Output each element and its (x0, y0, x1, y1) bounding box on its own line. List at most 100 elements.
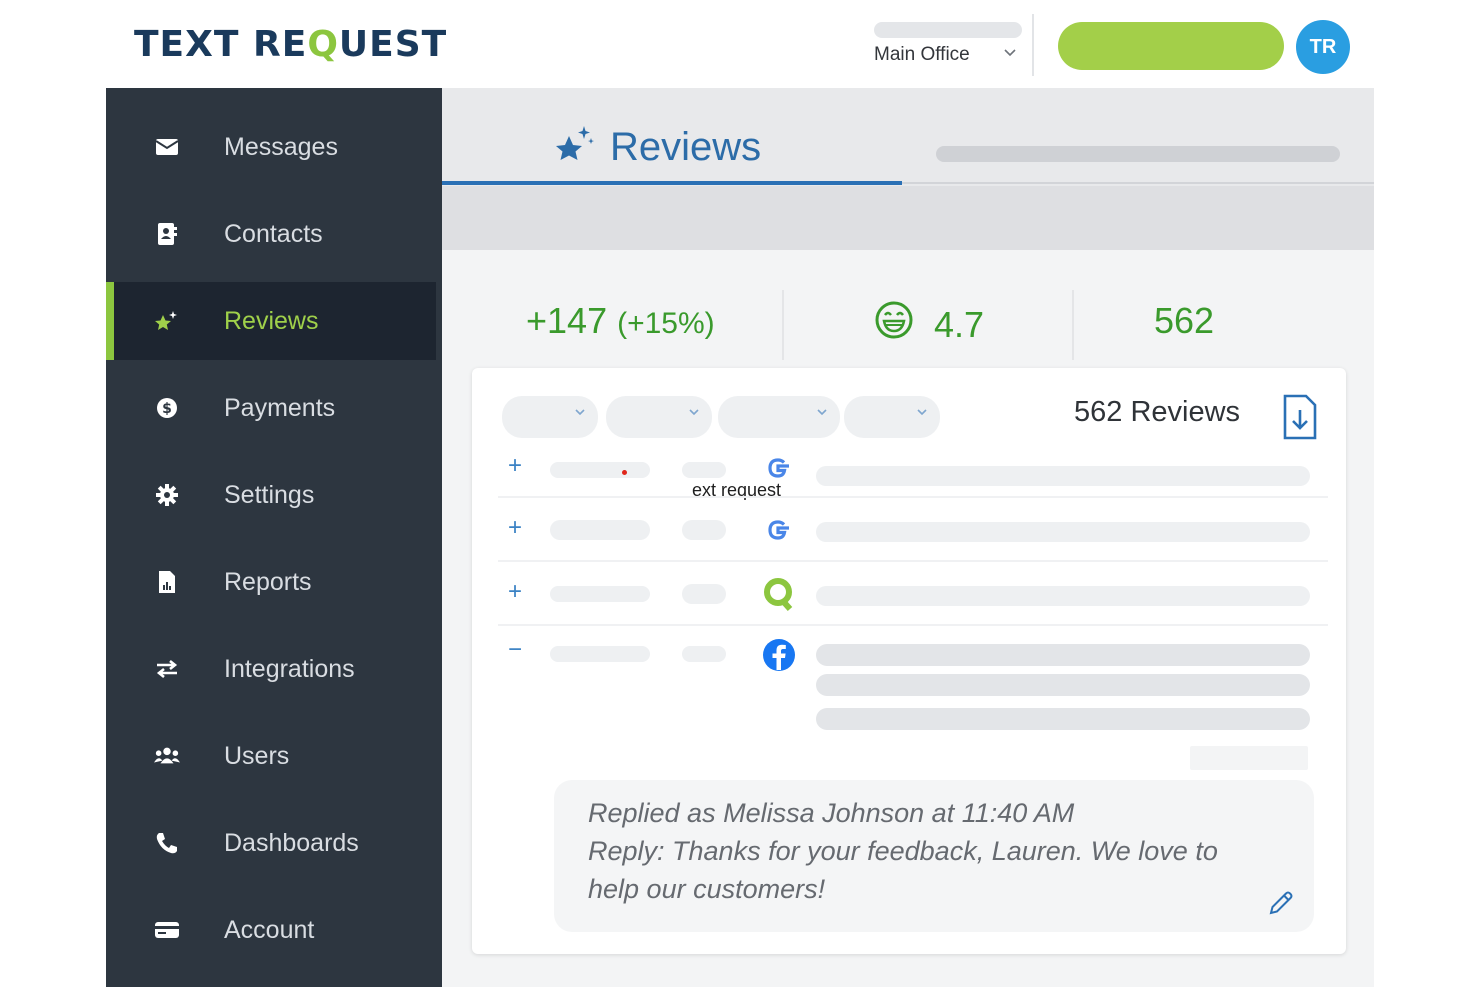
chevron-down-icon (574, 405, 586, 421)
envelope-icon (154, 134, 180, 160)
reply-button-placeholder[interactable] (1190, 746, 1308, 770)
growth-percent: (+15%) (617, 307, 715, 340)
sidebar-item-label: Integrations (224, 654, 355, 683)
reviewer-placeholder (550, 462, 650, 478)
reply-box: Replied as Melissa Johnson at 11:40 AM R… (554, 780, 1314, 932)
download-file-icon[interactable] (1282, 394, 1318, 445)
active-tab-underline (442, 181, 902, 185)
swap-arrows-icon (154, 656, 180, 682)
date-placeholder (682, 520, 726, 540)
filter-dropdown-3[interactable] (718, 396, 840, 438)
review-text-placeholder (816, 466, 1310, 486)
sidebar-item-label: Payments (224, 393, 336, 422)
users-icon (154, 743, 180, 769)
report-file-icon (154, 569, 180, 595)
unread-dot (622, 470, 627, 475)
filter-dropdown-1[interactable] (502, 396, 598, 438)
gear-icon (154, 482, 180, 508)
reply-meta: Replied as Melissa Johnson at 11:40 AM (588, 798, 1075, 828)
contact-card-icon (154, 221, 180, 247)
review-text-placeholder (816, 674, 1310, 696)
active-indicator (106, 282, 114, 360)
chevron-down-icon[interactable] (1002, 44, 1018, 65)
stat-divider (1072, 290, 1074, 360)
svg-text:$: $ (162, 401, 172, 417)
credit-card-icon (154, 917, 180, 943)
stats-row: +147 (+15%) 4.7 562 (442, 250, 1374, 368)
sidebar-item-label: Dashboards (224, 828, 359, 857)
date-placeholder (682, 584, 726, 604)
collapse-row-button[interactable]: − (508, 636, 522, 664)
date-placeholder (682, 462, 726, 478)
location-selector[interactable]: Main Office (874, 44, 970, 66)
chevron-down-icon (916, 405, 928, 421)
date-placeholder (682, 646, 726, 662)
stat-rating: 4.7 (874, 300, 984, 349)
sidebar-item-label: Account (224, 915, 315, 944)
rating-value: 4.7 (934, 303, 985, 345)
expand-row-button[interactable]: + (508, 452, 522, 480)
expand-row-button[interactable]: + (508, 514, 522, 542)
tab-label: Reviews (610, 125, 762, 169)
review-text-placeholder (816, 522, 1310, 542)
avatar[interactable]: TR (1296, 20, 1350, 74)
chevron-down-icon (688, 405, 700, 421)
facebook-icon (762, 638, 796, 677)
sidebar-item-settings[interactable]: Settings (106, 456, 436, 534)
tab-rule (902, 182, 1374, 184)
review-text-placeholder (816, 586, 1310, 606)
tab-placeholder[interactable] (936, 146, 1340, 162)
stat-growth: +147 (+15%) (526, 300, 715, 342)
sidebar-item-account[interactable]: Account (106, 891, 436, 969)
dollar-coin-icon: $ (154, 395, 180, 421)
review-text-placeholder (816, 708, 1310, 730)
reviewer-placeholder (550, 646, 650, 662)
phone-icon (154, 830, 180, 856)
sidebar-item-label: Users (224, 741, 290, 770)
office-label-placeholder (874, 22, 1022, 38)
logo-text-start: TEXT RE (134, 24, 308, 65)
sidebar-item-label: Contacts (224, 219, 323, 248)
review-count: 562 Reviews (1074, 396, 1241, 428)
sidebar-item-dashboards[interactable]: Dashboards (106, 804, 436, 882)
row-divider (498, 560, 1328, 562)
primary-action-button[interactable] (1058, 22, 1284, 70)
green-q-icon (762, 576, 796, 617)
chevron-down-icon (816, 405, 828, 421)
tab-reviews[interactable]: Reviews (554, 124, 761, 171)
stat-total: 562 (1154, 300, 1215, 341)
reply-text-line: help our customers! (588, 874, 826, 904)
sidebar-item-label: Messages (224, 132, 338, 161)
growth-value: +147 (526, 300, 608, 341)
header-divider (1032, 14, 1034, 76)
review-text-placeholder (816, 644, 1310, 666)
sidebar-item-messages[interactable]: Messages (106, 108, 436, 186)
main-content: Reviews +147 (+15%) 4.7 562 562 Reviews … (442, 88, 1374, 987)
reviewer-placeholder (550, 520, 650, 540)
sidebar-item-label: Reports (224, 567, 312, 596)
tab-bar: Reviews (442, 88, 1374, 186)
sidebar-item-payments[interactable]: $ Payments (106, 369, 436, 447)
row-divider (498, 624, 1328, 626)
reviewer-placeholder (550, 586, 650, 602)
top-header: TEXT REQUEST Main Office TR (106, 0, 1374, 88)
stat-divider (782, 290, 784, 360)
sidebar: Messages Contacts Reviews $ Payments Set… (106, 88, 442, 987)
reply-text-line: Reply: Thanks for your feedback, Lauren.… (588, 836, 1218, 866)
sidebar-item-integrations[interactable]: Integrations (106, 630, 436, 708)
expand-row-button[interactable]: + (508, 578, 522, 606)
sidebar-item-contacts[interactable]: Contacts (106, 195, 436, 273)
toolbar-band (442, 186, 1374, 250)
logo-text-q: Q (307, 24, 339, 65)
sidebar-item-reviews[interactable]: Reviews (106, 282, 436, 360)
filter-dropdown-2[interactable] (606, 396, 712, 438)
sidebar-item-label: Settings (224, 480, 315, 509)
filter-dropdown-4[interactable] (844, 396, 940, 438)
sidebar-item-label: Reviews (224, 306, 319, 335)
sidebar-item-reports[interactable]: Reports (106, 543, 436, 621)
sparkle-star-icon (554, 124, 596, 171)
pencil-edit-icon[interactable] (1266, 888, 1296, 923)
text-request-logo[interactable]: TEXT REQUEST (134, 24, 447, 65)
grin-face-icon (874, 300, 914, 349)
sidebar-item-users[interactable]: Users (106, 717, 436, 795)
